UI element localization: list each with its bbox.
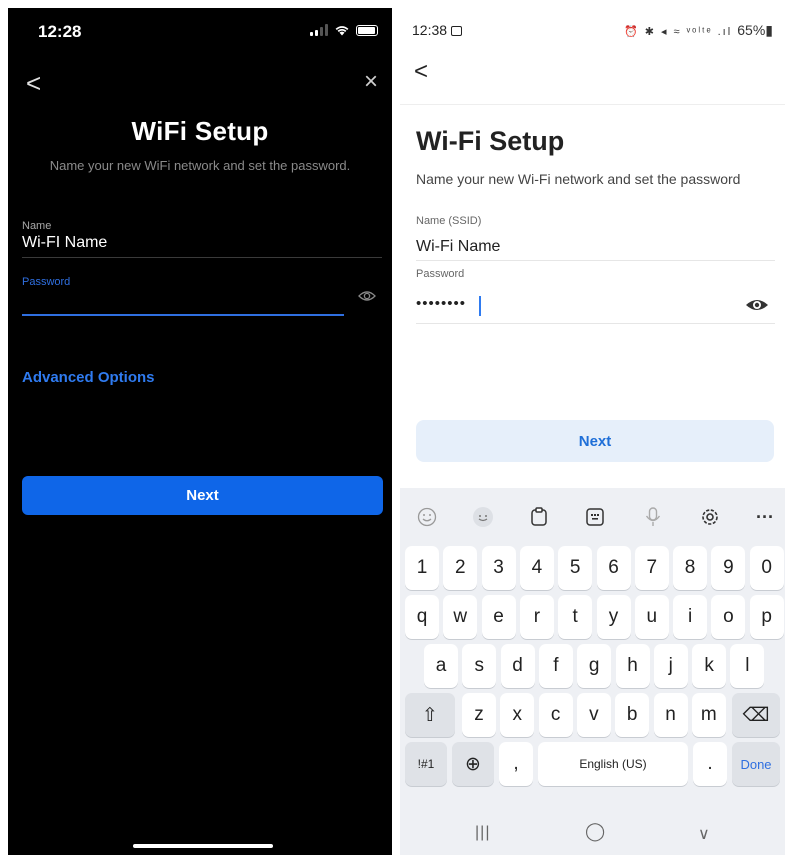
key-9[interactable]: 9 [711,546,746,590]
ssid-field[interactable]: Wi-Fi Name [416,238,500,256]
key-e[interactable]: e [481,595,516,639]
key-5[interactable]: 5 [558,546,593,590]
page-subtitle: Name your new Wi-Fi network and set the … [416,171,741,187]
key-n[interactable]: n [653,693,688,737]
key-8[interactable]: 8 [673,546,708,590]
key-g[interactable]: g [577,644,612,688]
key-w[interactable]: w [443,595,478,639]
language-globe-key[interactable]: ⊕ [452,742,494,786]
show-password-eye-icon[interactable] [745,297,769,313]
password-field[interactable]: •••••••• [416,295,716,317]
status-icons: ⏰ ✱ ◂ ≈ ᵛᵒˡᵗᵉ .ıl 65%▮ [623,22,773,38]
status-bar: 12:28 [8,8,392,50]
key-c[interactable]: c [538,693,573,737]
key-f[interactable]: f [538,644,573,688]
key-7[interactable]: 7 [634,546,669,590]
microphone-icon[interactable] [638,502,668,532]
android-screen: 12:38 ⏰ ✱ ◂ ≈ ᵛᵒˡᵗᵉ .ıl 65%▮ < Wi-Fi Set… [400,8,785,855]
comma-key[interactable]: , [499,742,533,786]
key-h[interactable]: h [615,644,650,688]
advanced-options-link[interactable]: Advanced Options [22,369,155,386]
key-t[interactable]: t [558,595,593,639]
battery-icon: ▮ [765,22,773,38]
status-time: 12:38 [412,22,463,38]
next-button[interactable]: Next [416,420,774,462]
key-j[interactable]: j [653,644,688,688]
ssid-field-underline [416,260,775,261]
text-cursor [479,296,481,316]
close-button[interactable]: × [364,70,378,94]
key-u[interactable]: u [634,595,669,639]
password-field-underline [416,323,775,324]
status-time: 12:28 [38,22,82,41]
on-screen-keyboard: ··· 1 2 3 4 5 6 7 8 9 0 q w e r t y u i o p a s d f g h j k l ⇧ z x c v b n… [400,488,785,855]
keyboard-toolbar: ··· [400,494,785,538]
back-button[interactable]: < [26,70,41,96]
period-key[interactable]: . [693,742,727,786]
password-field-underline [22,314,344,316]
key-r[interactable]: r [519,595,554,639]
key-6[interactable]: 6 [596,546,631,590]
key-m[interactable]: m [691,693,726,737]
show-password-eye-icon[interactable] [358,288,376,304]
page-title: WiFi Setup [131,116,269,146]
back-button[interactable]: < [414,60,428,84]
key-y[interactable]: y [596,595,631,639]
key-p[interactable]: p [749,595,784,639]
nav-back-button[interactable]: ∨ [698,824,710,844]
more-icon[interactable]: ··· [750,502,780,532]
password-field-label: Password [416,268,465,280]
key-1[interactable]: 1 [405,546,439,590]
sticker-icon[interactable] [468,502,498,532]
key-3[interactable]: 3 [481,546,516,590]
key-i[interactable]: i [673,595,708,639]
key-l[interactable]: l [730,644,765,688]
name-field-label: Name (SSID) [416,215,482,227]
clipboard-icon[interactable] [524,502,554,532]
cellular-signal-icon [310,24,328,36]
key-x[interactable]: x [500,693,535,737]
page-title: Wi-Fi Setup [416,126,565,156]
key-z[interactable]: z [462,693,496,737]
key-v[interactable]: v [576,693,611,737]
backspace-key[interactable]: ⌫ [732,693,780,737]
space-bar[interactable]: English (US) [538,742,688,786]
battery-percent: 65% [737,22,766,38]
status-bar: 12:38 ⏰ ✱ ◂ ≈ ᵛᵒˡᵗᵉ .ıl 65%▮ [400,8,785,48]
done-key[interactable]: Done [732,742,780,786]
home-button[interactable]: ◯ [585,821,605,842]
shift-key[interactable]: ⇧ [405,693,455,737]
battery-icon [356,24,378,36]
key-0[interactable]: 0 [749,546,784,590]
gallery-notification-icon [451,26,463,36]
symbols-key[interactable]: !#1 [405,742,447,786]
home-indicator[interactable] [133,844,273,848]
password-field[interactable] [22,290,342,312]
status-icons [310,24,378,36]
page-subtitle: Name your new WiFi network and set the p… [49,158,351,173]
recents-button[interactable]: ||| [475,824,490,842]
key-a[interactable]: a [424,644,458,688]
password-field-label: Password [22,276,71,288]
key-q[interactable]: q [405,595,439,639]
key-k[interactable]: k [692,644,727,688]
keyboard-mode-icon[interactable] [580,502,610,532]
key-s[interactable]: s [462,644,497,688]
ios-screen: 12:28 < × WiFi Setup Name your new WiFi … [8,8,392,855]
key-4[interactable]: 4 [519,546,554,590]
name-field-label: Name [22,220,52,232]
name-field[interactable]: Wi-FI Name [22,234,107,252]
key-2[interactable]: 2 [443,546,478,590]
key-o[interactable]: o [711,595,746,639]
settings-icon[interactable] [695,502,725,532]
android-navigation-bar: ||| ◯ ∨ [400,808,785,855]
key-d[interactable]: d [500,644,535,688]
wifi-icon [335,26,349,36]
key-b[interactable]: b [615,693,650,737]
next-button[interactable]: Next [22,476,383,515]
emoji-icon[interactable] [412,502,442,532]
header-divider [400,104,785,105]
name-field-underline [22,257,382,258]
